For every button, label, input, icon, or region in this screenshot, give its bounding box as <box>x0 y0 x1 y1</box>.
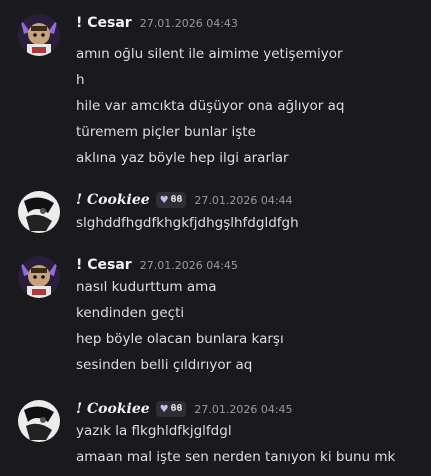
message-text: türemem piçler bunlar işte <box>76 124 256 140</box>
message-header: ! Cookiee ♥ ϐϐ 27.01.2026 04:44 <box>76 191 293 209</box>
message-text: sesinden belli çıldırıyor aq <box>76 357 253 373</box>
message-text: kendinden geçti <box>76 305 185 321</box>
clan-tag-label: ϐϐ <box>170 195 183 205</box>
timestamp: 27.01.2026 04:45 <box>194 402 293 416</box>
message-header: ! Cesar 27.01.2026 04:45 <box>76 256 238 274</box>
heart-icon: ♥ <box>159 403 169 415</box>
timestamp: 27.01.2026 04:44 <box>194 193 293 207</box>
message-text: slghddfhgdfkhgkfjdhgşlhfdgldfgh <box>76 215 299 231</box>
username[interactable]: ! Cesar <box>76 15 132 31</box>
message-text: hile var amcıkta düşüyor ona ağlıyor aq <box>76 98 345 114</box>
user-avatar[interactable] <box>18 14 60 56</box>
cookiee-avatar-icon <box>18 400 60 442</box>
clan-tag-label: ϐϐ <box>170 404 183 414</box>
timestamp: 27.01.2026 04:43 <box>139 16 238 30</box>
message-text: amaan mal işte sen nerden tanıyon ki bun… <box>76 449 396 465</box>
user-avatar[interactable] <box>18 191 60 233</box>
cookiee-avatar-icon <box>18 191 60 233</box>
cesar-avatar-icon <box>18 14 60 56</box>
message-header: ! Cookiee ♥ ϐϐ 27.01.2026 04:45 <box>76 400 293 418</box>
message-text: aklına yaz böyle hep ilgi ararlar <box>76 150 289 166</box>
user-avatar[interactable] <box>18 256 60 298</box>
clan-tag[interactable]: ♥ ϐϐ <box>155 192 187 208</box>
clan-tag[interactable]: ♥ ϐϐ <box>155 401 187 417</box>
user-avatar[interactable] <box>18 400 60 442</box>
message-text: nasıl kudurttum ama <box>76 279 217 295</box>
username[interactable]: ! Cookiee <box>76 401 150 417</box>
username[interactable]: ! Cookiee <box>76 192 150 208</box>
message-text: h <box>76 72 85 88</box>
message-header: ! Cesar 27.01.2026 04:43 <box>76 14 238 32</box>
message-text: amın oğlu silent ile aimime yetişemiyor <box>76 46 343 62</box>
message-text: yazık la flkghldfkjglfdgl <box>76 423 232 439</box>
timestamp: 27.01.2026 04:45 <box>139 258 238 272</box>
message-text: hep böyle olacan bunlara karşı <box>76 331 284 347</box>
heart-icon: ♥ <box>159 194 169 206</box>
cesar-avatar-icon <box>18 256 60 298</box>
username[interactable]: ! Cesar <box>76 257 132 273</box>
